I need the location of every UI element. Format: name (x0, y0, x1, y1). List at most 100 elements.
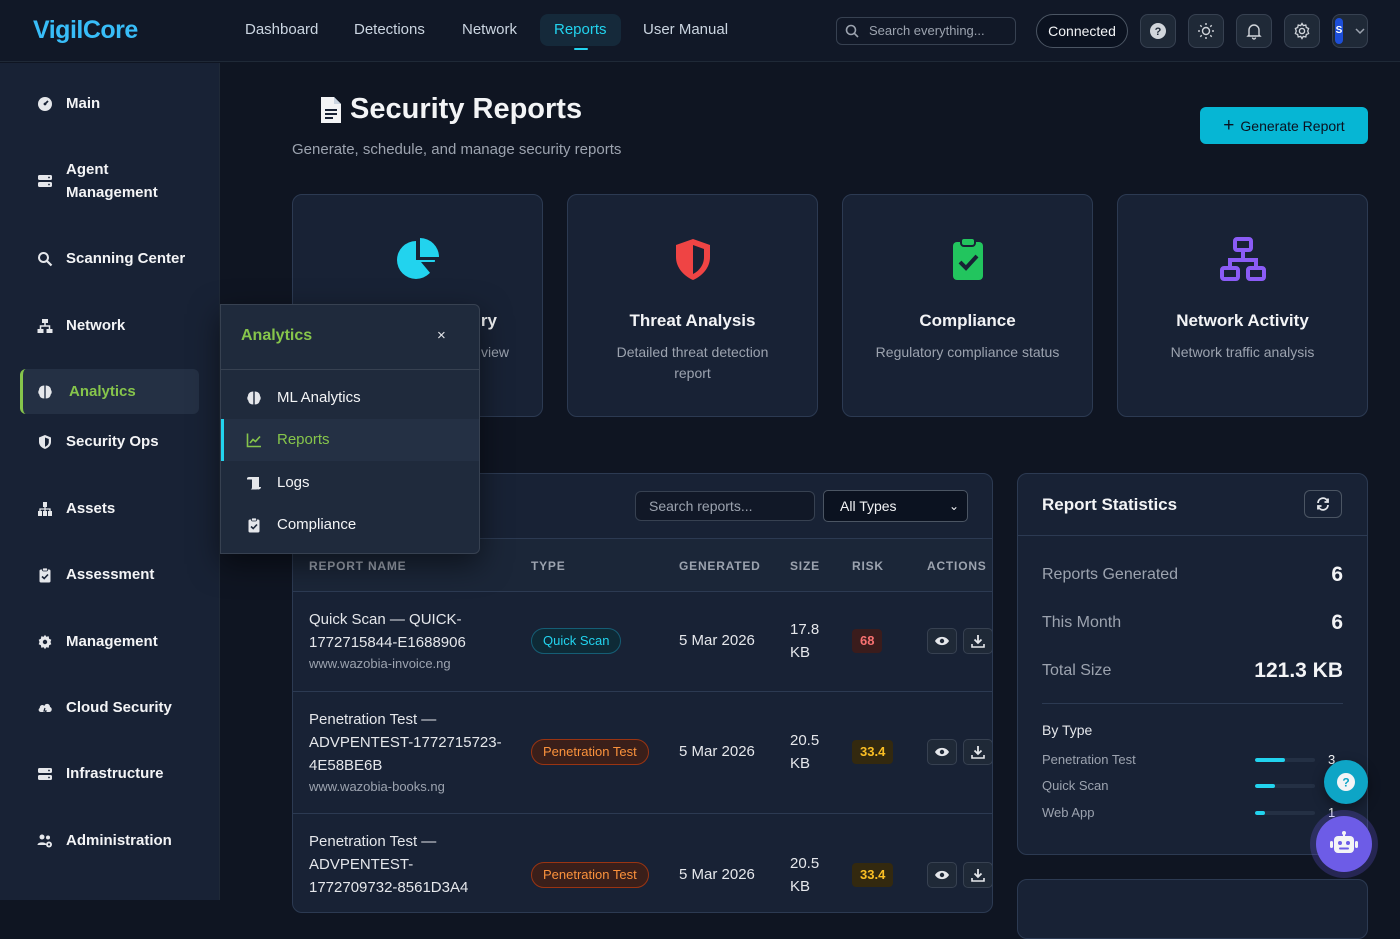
generate-report-label: Generate Report (1240, 118, 1345, 134)
global-search-input[interactable]: Search everything... (836, 17, 1016, 45)
eye-icon (935, 870, 949, 880)
chevron-down-icon[interactable] (1355, 26, 1365, 36)
clipboard-check-icon (39, 567, 51, 582)
download-icon (971, 746, 985, 759)
help-fab-button[interactable]: ? (1324, 760, 1368, 804)
plus-icon: + (1223, 115, 1235, 136)
report-name-line: ADVPENTEST-1772715723- (309, 734, 502, 751)
sidebar-item-network[interactable]: Network (20, 314, 199, 337)
flyout-item-compliance[interactable]: Compliance (221, 504, 479, 546)
refresh-icon (1317, 497, 1329, 511)
reports-search-input[interactable]: Search reports... (635, 491, 815, 521)
connection-status-badge[interactable]: Connected (1036, 14, 1128, 48)
help-icon: ? (1150, 23, 1166, 39)
card-description: Regulatory compliance status (875, 344, 1060, 360)
flyout-item-reports[interactable]: Reports (221, 419, 479, 461)
download-report-button[interactable] (963, 862, 992, 888)
help-button[interactable]: ? (1140, 14, 1176, 48)
chart-line-icon (246, 433, 261, 448)
flyout-item-logs[interactable]: Logs (221, 462, 479, 504)
table-row[interactable]: Penetration Test — ADVPENTEST-1772715723… (293, 691, 992, 813)
view-report-button[interactable] (927, 739, 957, 765)
sidebar-item-security-ops[interactable]: Security Ops (20, 430, 199, 453)
page-title: Security Reports (320, 93, 582, 126)
sidebar-item-label: Cloud Security (66, 699, 172, 716)
chevron-down-icon: ⌄ (948, 499, 959, 513)
nav-reports[interactable]: Reports (540, 14, 621, 50)
report-statistics-panel: Report Statistics Reports Generated 6 Thi… (1017, 473, 1368, 855)
by-type-bar-fill (1255, 811, 1266, 815)
server-icon (38, 175, 52, 187)
sidebar-item-label: Assessment (66, 566, 155, 583)
question-icon: ? (1337, 773, 1355, 791)
close-icon[interactable]: × (437, 327, 446, 344)
generated-date: 5 Mar 2026 (679, 866, 755, 883)
sidebar-item-management[interactable]: Management (20, 630, 199, 653)
nav-detections[interactable]: Detections (340, 14, 439, 46)
report-name[interactable]: Quick Scan — QUICK- 1772715844-E1688906 … (309, 608, 509, 674)
sidebar-item-main[interactable]: Main (20, 92, 199, 115)
download-icon (971, 635, 985, 648)
by-type-bar-track (1255, 758, 1315, 762)
sidebar-item-cloud-security[interactable]: Cloud Security (20, 696, 199, 719)
svg-text:?: ? (1155, 26, 1162, 38)
sidebar-item-label: Main (66, 95, 101, 112)
dashboard-icon (38, 96, 52, 111)
view-report-button[interactable] (927, 628, 957, 654)
flyout-title: Analytics (241, 327, 313, 344)
report-type-select[interactable]: All Types ⌄ (823, 490, 968, 522)
brain-icon (247, 391, 261, 405)
nav-dashboard[interactable]: Dashboard (231, 14, 332, 46)
network-icon (1219, 237, 1266, 281)
stat-label: This Month (1042, 614, 1122, 631)
pie-chart-icon (396, 238, 439, 279)
sidebar-item-administration[interactable]: Administration (20, 829, 199, 852)
size-unit: KB (790, 644, 811, 661)
bell-icon (1246, 24, 1262, 40)
view-report-button[interactable] (927, 862, 957, 888)
report-name-line: ADVPENTEST- (309, 856, 414, 873)
download-report-button[interactable] (963, 739, 992, 765)
chatbot-fab-button[interactable] (1316, 816, 1372, 872)
top-navbar: VigilCore Dashboard Detections Network R… (0, 0, 1400, 62)
nav-network[interactable]: Network (448, 14, 531, 46)
table-row[interactable]: Quick Scan — QUICK- 1772715844-E1688906 … (293, 591, 992, 691)
download-report-button[interactable] (963, 628, 992, 654)
settings-button[interactable] (1284, 14, 1320, 48)
report-card-threat-analysis[interactable]: Threat Analysis Detailed threat detectio… (567, 194, 818, 417)
sidebar-item-analytics[interactable]: Analytics (20, 369, 199, 414)
sidebar-item-label: Scanning Center (66, 250, 186, 267)
report-name-line: Penetration Test — (309, 833, 437, 850)
column-header: SIZE (790, 559, 820, 573)
refresh-stats-button[interactable] (1304, 490, 1342, 518)
sidebar-item-assets[interactable]: Assets (20, 497, 199, 520)
report-name[interactable]: Penetration Test — ADVPENTEST- 177270973… (309, 830, 509, 899)
size-value: 20.5 (790, 855, 820, 872)
clipboard-check-icon (248, 517, 260, 533)
cloud-icon (38, 703, 52, 714)
by-type-label: Quick Scan (1042, 778, 1109, 793)
report-card-compliance[interactable]: Compliance Regulatory compliance status (842, 194, 1093, 417)
clipboard-check-icon (952, 237, 983, 280)
flyout-item-ml-analytics[interactable]: ML Analytics (221, 377, 479, 419)
sidebar-item-infrastructure[interactable]: Infrastructure (20, 762, 199, 785)
avatar[interactable]: S (1335, 18, 1343, 44)
table-row[interactable]: Penetration Test — ADVPENTEST- 177270973… (293, 813, 992, 912)
file-icon (321, 97, 341, 123)
sidebar-item-label: Management (66, 633, 158, 650)
column-header: RISK (852, 559, 884, 573)
generate-report-button[interactable]: + Generate Report (1200, 107, 1368, 144)
risk-badge: 33.4 (852, 863, 894, 887)
size-value: 20.5 (790, 732, 820, 749)
notifications-button[interactable] (1236, 14, 1272, 48)
report-name[interactable]: Penetration Test — ADVPENTEST-1772715723… (309, 708, 509, 797)
app-logo[interactable]: VigilCore (33, 16, 138, 45)
theme-toggle-button[interactable] (1188, 14, 1224, 48)
nav-user-manual[interactable]: User Manual (629, 14, 742, 46)
risk-badge: 68 (852, 629, 883, 653)
sidebar-item-assessment[interactable]: Assessment (20, 563, 199, 586)
sidebar-item-scanning-center[interactable]: Scanning Center (20, 247, 199, 270)
report-card-network-activity[interactable]: Network Activity Network traffic analysi… (1117, 194, 1368, 417)
divider (1018, 535, 1367, 536)
sidebar-item-agent-management[interactable]: Agent Management (20, 158, 199, 204)
